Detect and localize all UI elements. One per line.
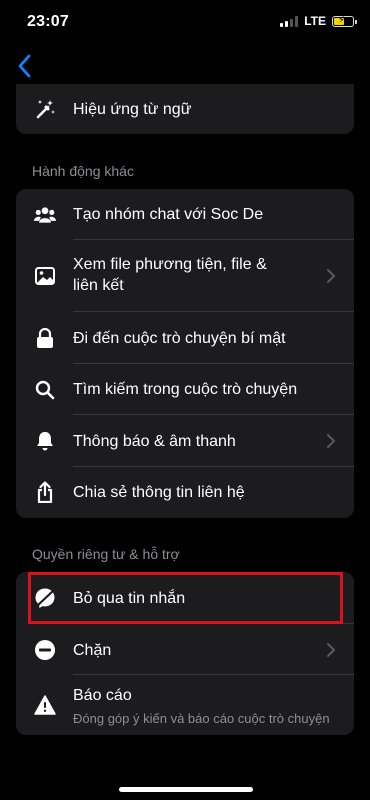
chevron-left-icon: [18, 54, 31, 78]
status-time: 23:07: [27, 13, 69, 30]
lock-icon: [34, 327, 56, 349]
notifications-sounds-row[interactable]: Thông báo & âm thanh: [16, 415, 354, 467]
status-bar: 23:07 LTE ⚡: [0, 0, 370, 44]
image-icon: [34, 265, 56, 287]
other-actions-group: Tạo nhóm chat với Soc De Xem file phương…: [16, 189, 354, 518]
row-label: Đi đến cuộc trò chuyện bí mật: [73, 330, 286, 347]
home-indicator: [119, 787, 253, 792]
battery-icon: ⚡: [332, 15, 357, 27]
chevron-right-icon: [327, 434, 335, 448]
chevron-right-icon: [327, 269, 335, 283]
section-header-privacy-support: Quyền riêng tư & hỗ trợ: [32, 546, 180, 562]
word-effects-row[interactable]: Hiệu ứng từ ngữ: [16, 84, 354, 134]
row-label: Tìm kiếm trong cuộc trò chuyện: [73, 381, 298, 398]
bell-icon: [34, 430, 56, 452]
warning-icon: [34, 694, 56, 716]
secret-conversation-row[interactable]: Đi đến cuộc trò chuyện bí mật: [16, 312, 354, 364]
status-indicators: LTE ⚡: [280, 14, 357, 28]
network-label: LTE: [304, 14, 326, 28]
back-button[interactable]: [14, 52, 38, 80]
row-label: Chia sẻ thông tin liên hệ: [73, 484, 245, 501]
row-label: Xem file phương tiện, file & liên kết: [73, 256, 267, 294]
section-header-other-actions: Hành động khác: [32, 163, 134, 179]
row-label: Tạo nhóm chat với Soc De: [73, 206, 264, 223]
signal-icon: [280, 15, 299, 27]
search-in-conversation-row[interactable]: Tìm kiếm trong cuộc trò chuyện: [16, 364, 354, 415]
report-row[interactable]: Báo cáo Đóng góp ý kiến và báo cáo cuộc …: [16, 675, 354, 735]
row-label: Hiệu ứng từ ngữ: [73, 101, 192, 118]
group-icon: [34, 204, 56, 226]
chevron-right-icon: [327, 643, 335, 657]
share-contact-row[interactable]: Chia sẻ thông tin liên hệ: [16, 467, 354, 518]
block-icon: [34, 639, 56, 661]
row-sublabel: Đóng góp ý kiến và báo cáo cuộc trò chuy…: [73, 711, 330, 726]
search-icon: [34, 379, 56, 401]
block-row[interactable]: Chặn: [16, 624, 354, 675]
row-label: Báo cáo: [73, 687, 132, 704]
row-label: Thông báo & âm thanh: [73, 433, 236, 450]
share-icon: [34, 481, 56, 503]
create-group-chat-row[interactable]: Tạo nhóm chat với Soc De: [16, 189, 354, 240]
magic-wand-icon: [34, 98, 56, 120]
view-media-files-links-row[interactable]: Xem file phương tiện, file & liên kết: [16, 240, 354, 312]
row-label: Chặn: [73, 642, 112, 659]
highlight-box: [28, 572, 343, 624]
top-settings-group: Hiệu ứng từ ngữ: [16, 84, 354, 134]
